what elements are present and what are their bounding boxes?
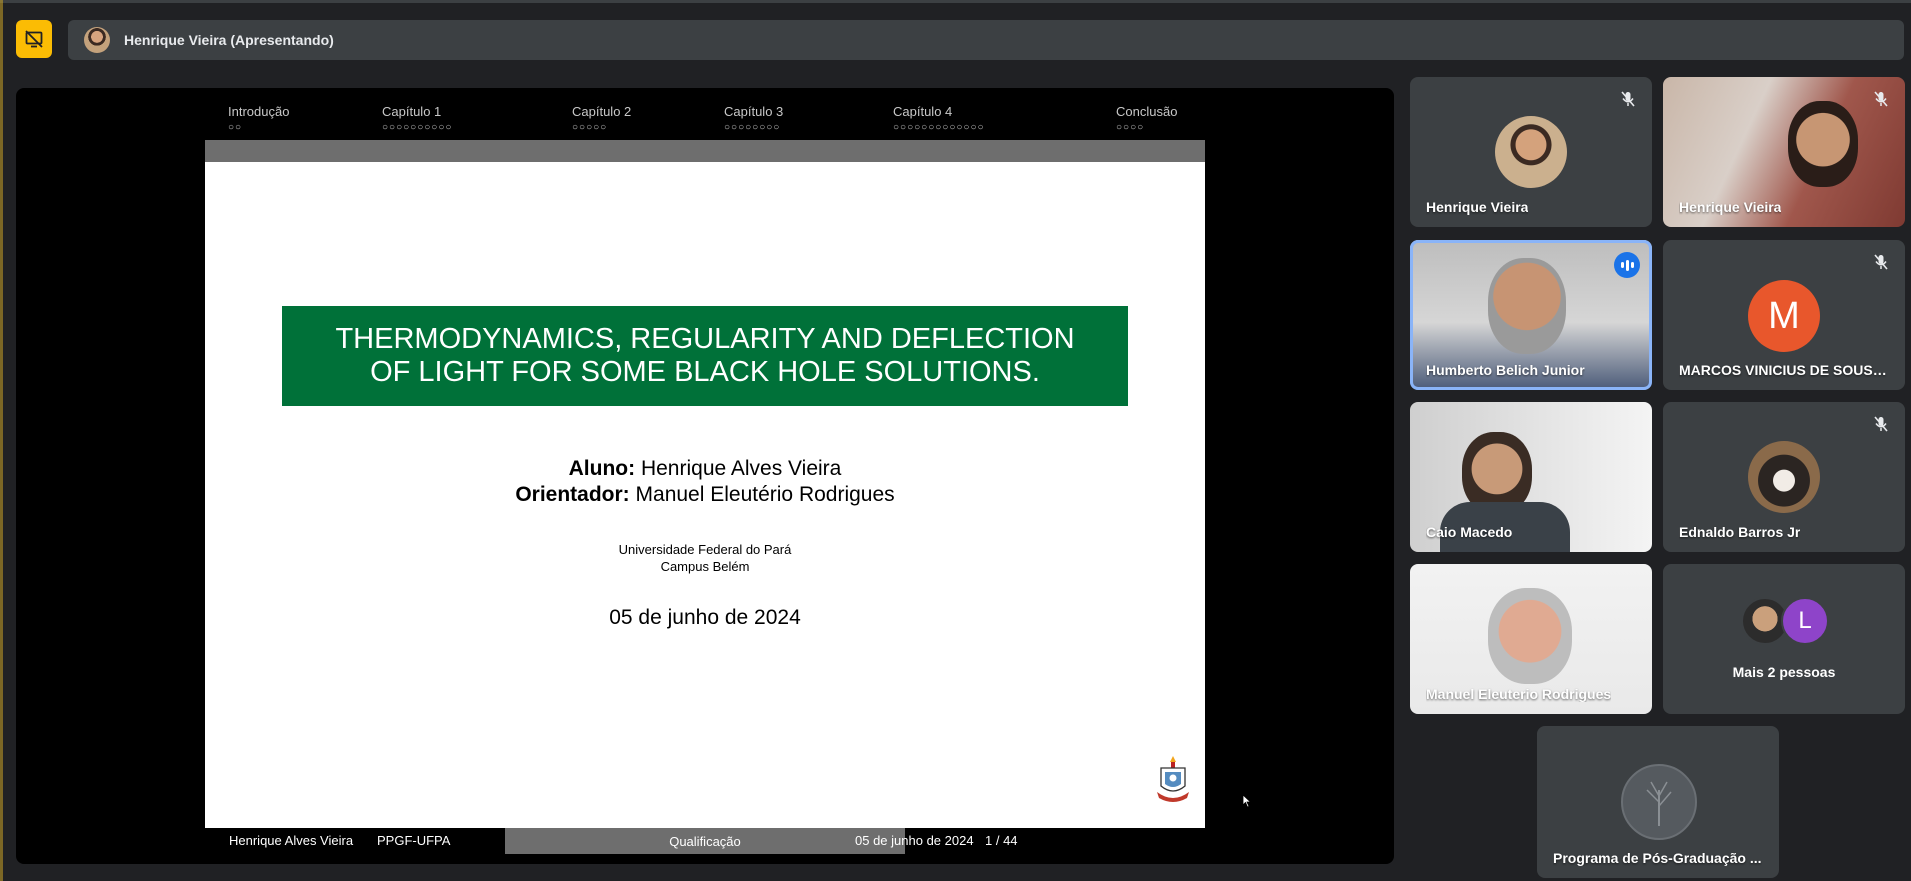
more-participants-label: Mais 2 pessoas bbox=[1732, 664, 1836, 680]
slide-date: 05 de junho de 2024 bbox=[609, 606, 801, 629]
university-name: Universidade Federal do Pará bbox=[618, 542, 792, 557]
participant-tile[interactable]: Caio Macedo bbox=[1410, 402, 1652, 552]
nav-section-dots: ○○○○ bbox=[1116, 122, 1145, 133]
nav-section-introducao[interactable]: Introdução ○○ bbox=[228, 104, 289, 133]
nav-section-conclusao[interactable]: Conclusão ○○○○ bbox=[1116, 104, 1177, 133]
nav-section-label: Capítulo 3 bbox=[724, 104, 784, 119]
nav-section-capitulo-1[interactable]: Capítulo 1 ○○○○○○○○○○ bbox=[382, 104, 452, 133]
nav-section-label: Conclusão bbox=[1116, 104, 1178, 119]
nav-section-dots: ○○ bbox=[228, 122, 243, 133]
presentation-stage: Introdução ○○ Capítulo 1 ○○○○○○○○○○ Capí… bbox=[16, 88, 1394, 864]
tree-logo-icon bbox=[1646, 781, 1672, 826]
participant-initial-avatar: L bbox=[1781, 597, 1829, 645]
presenter-bar[interactable]: Henrique Vieira (Apresentando) bbox=[68, 20, 1904, 60]
participant-video bbox=[1788, 101, 1858, 187]
more-participants-tile[interactable]: L Mais 2 pessoas bbox=[1663, 564, 1905, 714]
stop-presenting-button[interactable] bbox=[16, 20, 52, 58]
participant-tile-active[interactable]: Humberto Belich Junior bbox=[1410, 240, 1652, 390]
footer-date: 05 de junho de 2024 bbox=[855, 833, 974, 848]
nav-section-dots: ○○○○○○○○○○ bbox=[382, 122, 453, 133]
program-logo-avatar bbox=[1621, 764, 1697, 840]
university-crest-icon bbox=[1157, 756, 1189, 802]
aluno-line: Aluno: Henrique Alves Vieira bbox=[205, 456, 1205, 482]
slide-header-strip bbox=[205, 140, 1205, 162]
participant-avatar bbox=[1495, 116, 1567, 188]
participant-name: Ednaldo Barros Jr bbox=[1679, 524, 1801, 540]
participant-tile[interactable]: Programa de Pós-Graduação ... bbox=[1537, 726, 1779, 878]
nav-section-dots: ○○○○○ bbox=[572, 122, 608, 133]
nav-section-label: Capítulo 2 bbox=[572, 104, 632, 119]
footer-program: PPGF-UFPA bbox=[377, 833, 451, 848]
participant-name: Manuel Eleuterio Rodrigues bbox=[1426, 686, 1612, 702]
presenter-avatar bbox=[84, 27, 110, 53]
participant-name: Programa de Pós-Graduação ... bbox=[1553, 850, 1762, 866]
aluno-name: Henrique Alves Vieira bbox=[640, 457, 842, 480]
nav-section-label: Capítulo 1 bbox=[382, 104, 442, 119]
mic-off-icon bbox=[1874, 91, 1888, 107]
nav-section-capitulo-2[interactable]: Capítulo 2 ○○○○○ bbox=[572, 104, 631, 133]
participant-name: MARCOS VINICIUS DE SOUSA... bbox=[1679, 362, 1893, 378]
mic-off-icon bbox=[1874, 254, 1888, 270]
footer-section-box: Qualificação bbox=[505, 828, 905, 854]
campus-name: Campus Belém bbox=[660, 559, 750, 574]
presenter-label: Henrique Vieira (Apresentando) bbox=[124, 32, 334, 48]
mic-off-icon bbox=[1874, 416, 1888, 432]
slide-title-box: THERMODYNAMICS, REGULARITY AND DEFLECTIO… bbox=[282, 306, 1128, 406]
orientador-line: Orientador: Manuel Eleutério Rodrigues bbox=[205, 482, 1205, 508]
slide: THERMODYNAMICS, REGULARITY AND DEFLECTIO… bbox=[205, 162, 1205, 828]
participant-tile[interactable]: Ednaldo Barros Jr bbox=[1663, 402, 1905, 552]
top-strip bbox=[0, 0, 1911, 3]
footer-author: Henrique Alves Vieira bbox=[229, 833, 354, 848]
speaking-indicator-icon bbox=[1614, 252, 1640, 278]
slide-title-line-2: OF LIGHT FOR SOME BLACK HOLE SOLUTIONS. bbox=[370, 356, 1040, 388]
nav-section-dots: ○○○○○○○○○○○○○ bbox=[893, 122, 985, 133]
nav-section-label: Introdução bbox=[228, 104, 290, 119]
participant-tile[interactable]: Henrique Vieira bbox=[1410, 77, 1652, 227]
slide-title-line-1: THERMODYNAMICS, REGULARITY AND DEFLECTIO… bbox=[335, 323, 1075, 355]
footer-page-number: 1 / 44 bbox=[985, 833, 1018, 848]
nav-section-capitulo-4[interactable]: Capítulo 4 ○○○○○○○○○○○○○ bbox=[893, 104, 985, 133]
participant-tile[interactable]: Manuel Eleuterio Rodrigues bbox=[1410, 564, 1652, 714]
participant-avatar bbox=[1748, 441, 1820, 513]
mouse-cursor-icon bbox=[1242, 794, 1252, 808]
aluno-label: Aluno: bbox=[568, 457, 636, 480]
footer-section: Qualificação bbox=[669, 833, 741, 849]
nav-section-label: Capítulo 4 bbox=[893, 104, 953, 119]
presentation-off-icon bbox=[25, 30, 43, 48]
nav-section-dots: ○○○○○○○○ bbox=[724, 122, 781, 133]
participant-tile[interactable]: Henrique Vieira bbox=[1663, 77, 1905, 227]
mic-off-icon bbox=[1621, 91, 1635, 107]
nav-section-capitulo-3[interactable]: Capítulo 3 ○○○○○○○○ bbox=[724, 104, 783, 133]
participant-name: Caio Macedo bbox=[1426, 524, 1513, 540]
participant-name: Humberto Belich Junior bbox=[1426, 362, 1585, 378]
participant-name: Henrique Vieira bbox=[1426, 199, 1529, 215]
participant-name: Henrique Vieira bbox=[1679, 199, 1782, 215]
participant-initial-avatar: M bbox=[1748, 280, 1820, 352]
orientador-name: Manuel Eleutério Rodrigues bbox=[635, 483, 895, 506]
participant-tile[interactable]: M MARCOS VINICIUS DE SOUSA... bbox=[1663, 240, 1905, 390]
orientador-label: Orientador: bbox=[515, 483, 630, 506]
participant-video bbox=[1488, 588, 1572, 684]
window-edge bbox=[0, 0, 3, 881]
participant-video bbox=[1488, 258, 1566, 354]
slide-footer: Henrique Alves Vieira PPGF-UFPA Qualific… bbox=[205, 828, 1205, 854]
